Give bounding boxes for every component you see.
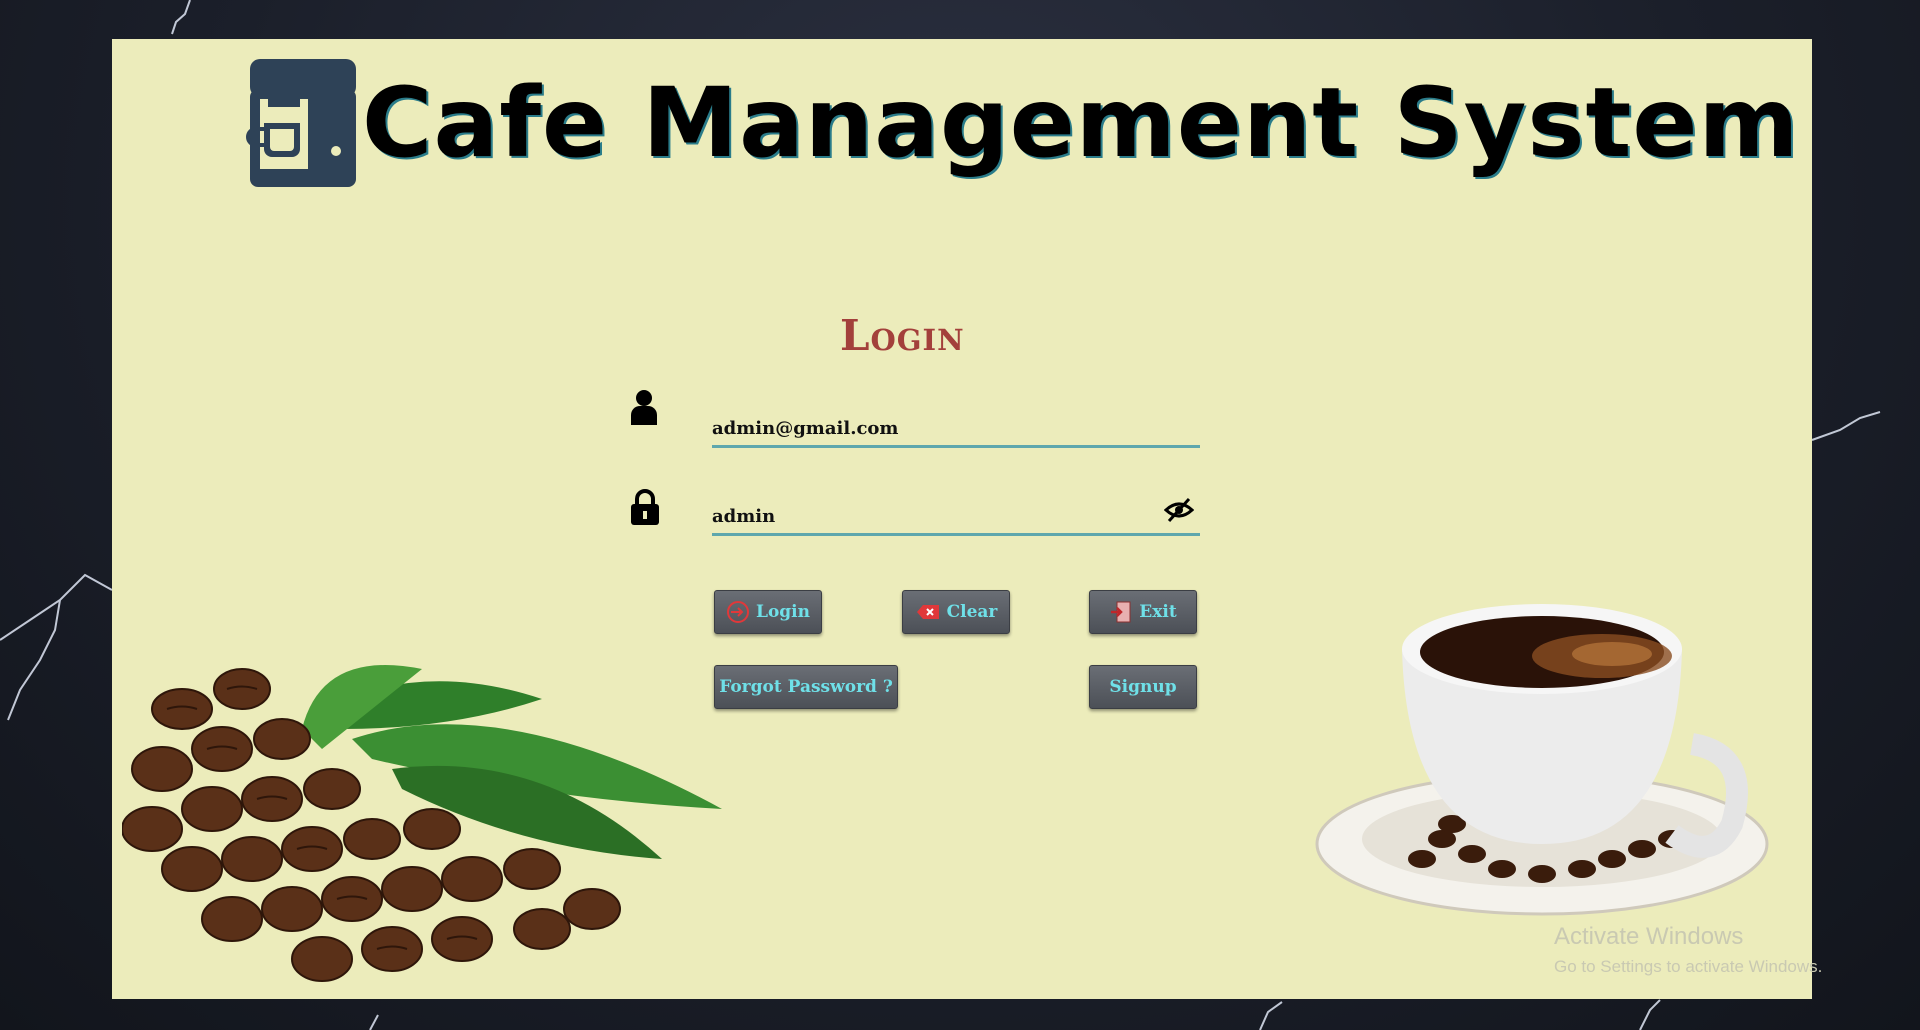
signup-button[interactable]: Signup <box>1089 665 1197 709</box>
coffee-beans-image <box>122 665 722 982</box>
login-window: Cafe Management System Login Login <box>112 39 1812 999</box>
email-field[interactable] <box>712 405 1200 448</box>
user-icon <box>631 390 657 425</box>
eye-slash-icon[interactable] <box>1164 497 1194 523</box>
login-button-label: Login <box>756 602 810 622</box>
lock-icon <box>631 489 659 525</box>
login-icon <box>727 601 749 623</box>
password-field[interactable] <box>712 493 1200 536</box>
clear-button-label: Clear <box>946 602 998 622</box>
login-button[interactable]: Login <box>714 590 822 634</box>
exit-button-label: Exit <box>1139 602 1177 622</box>
coffee-machine-icon <box>246 59 356 187</box>
signup-button-label: Signup <box>1109 677 1177 697</box>
login-heading: Login <box>840 311 965 360</box>
exit-button[interactable]: Exit <box>1089 590 1197 634</box>
app-title: Cafe Management System <box>362 67 1800 179</box>
email-input[interactable] <box>712 413 1152 443</box>
clear-button[interactable]: Clear <box>902 590 1010 634</box>
app-header: Cafe Management System <box>240 59 1799 187</box>
clear-icon <box>916 605 939 619</box>
password-input[interactable] <box>712 501 1152 531</box>
exit-icon <box>1111 601 1131 623</box>
forgot-password-label: Forgot Password ? <box>719 677 893 697</box>
coffee-cup-image <box>1315 604 1769 916</box>
